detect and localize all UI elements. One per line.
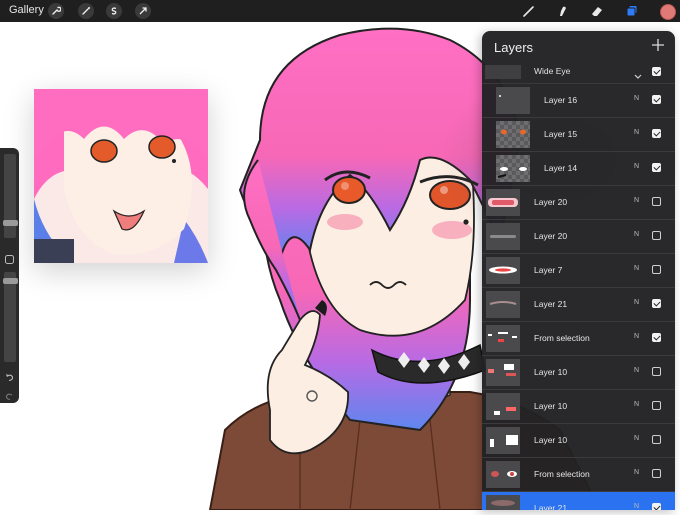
layer-name: Layer 20 bbox=[534, 197, 568, 207]
layer-thumbnail bbox=[496, 121, 530, 148]
layer-row[interactable]: Layer 14 N bbox=[482, 152, 675, 186]
layer-thumbnail bbox=[496, 155, 530, 182]
magic-wand-icon[interactable] bbox=[78, 3, 94, 19]
layer-name: Layer 21 bbox=[534, 299, 568, 309]
layer-name: Layer 10 bbox=[534, 435, 568, 445]
opacity-handle[interactable] bbox=[3, 278, 18, 284]
blend-mode-button[interactable]: N bbox=[634, 163, 639, 170]
layer-thumbnail bbox=[486, 359, 520, 386]
transform-icon[interactable] bbox=[135, 3, 151, 19]
blend-mode-button[interactable]: N bbox=[634, 503, 639, 510]
layer-row[interactable]: From selection N bbox=[482, 458, 675, 492]
layer-name: From selection bbox=[534, 333, 590, 343]
layer-row[interactable]: Layer 20 N bbox=[482, 220, 675, 254]
group-visibility-checkbox[interactable] bbox=[652, 67, 661, 76]
selection-icon[interactable] bbox=[106, 3, 122, 19]
layer-name: Layer 10 bbox=[534, 401, 568, 411]
gallery-button[interactable]: Gallery bbox=[9, 4, 44, 16]
smudge-icon[interactable] bbox=[554, 2, 572, 20]
layer-row[interactable]: Layer 10 N bbox=[482, 424, 675, 458]
layer-visibility-checkbox[interactable] bbox=[652, 95, 661, 104]
layer-thumbnail bbox=[486, 495, 520, 510]
layer-row[interactable]: Layer 21 N bbox=[482, 492, 675, 510]
layer-name: From selection bbox=[534, 469, 590, 479]
blend-mode-button[interactable]: N bbox=[634, 197, 639, 204]
layer-visibility-checkbox[interactable] bbox=[652, 333, 661, 342]
layer-thumbnail bbox=[496, 87, 530, 114]
blend-mode-button[interactable]: N bbox=[634, 367, 639, 374]
opacity-slider[interactable] bbox=[3, 272, 18, 362]
layer-thumbnail bbox=[486, 325, 520, 352]
layer-visibility-checkbox[interactable] bbox=[652, 367, 661, 376]
layer-name: Layer 7 bbox=[534, 265, 563, 275]
layer-visibility-checkbox[interactable] bbox=[652, 503, 661, 510]
modify-button[interactable] bbox=[5, 251, 14, 264]
brush-icon[interactable] bbox=[520, 2, 538, 20]
layer-thumbnail bbox=[486, 393, 520, 420]
blend-mode-button[interactable]: N bbox=[634, 265, 639, 272]
layer-name: Layer 21 bbox=[534, 503, 568, 510]
blend-mode-button[interactable]: N bbox=[634, 333, 639, 340]
layer-visibility-checkbox[interactable] bbox=[652, 299, 661, 308]
blend-mode-button[interactable]: N bbox=[634, 469, 639, 476]
layer-visibility-checkbox[interactable] bbox=[652, 469, 661, 478]
layers-panel: Layers Wide Eye Layer 16 N Layer 15 N Layer … bbox=[482, 31, 675, 510]
add-layer-icon[interactable] bbox=[651, 38, 665, 52]
layer-name: Layer 15 bbox=[544, 129, 578, 139]
group-thumbnail bbox=[485, 65, 521, 79]
blend-mode-button[interactable]: N bbox=[634, 95, 639, 102]
layer-group-row[interactable]: Wide Eye bbox=[482, 61, 675, 84]
blend-mode-button[interactable]: N bbox=[634, 299, 639, 306]
layer-visibility-checkbox[interactable] bbox=[652, 163, 661, 172]
layer-row[interactable]: Layer 16 N bbox=[482, 84, 675, 118]
layer-visibility-checkbox[interactable] bbox=[652, 435, 661, 444]
layer-thumbnail bbox=[486, 189, 520, 216]
redo-icon[interactable] bbox=[5, 388, 14, 401]
layer-row[interactable]: Layer 10 N bbox=[482, 390, 675, 424]
layer-row[interactable]: Layer 7 N bbox=[482, 254, 675, 288]
reference-image[interactable] bbox=[34, 89, 208, 263]
layer-row[interactable]: Layer 10 N bbox=[482, 356, 675, 390]
eraser-icon[interactable] bbox=[588, 2, 606, 20]
layer-visibility-checkbox[interactable] bbox=[652, 231, 661, 240]
layer-row[interactable]: Layer 21 N bbox=[482, 288, 675, 322]
layers-panel-title: Layers bbox=[494, 40, 534, 55]
layer-visibility-checkbox[interactable] bbox=[652, 129, 661, 138]
layer-thumbnail bbox=[486, 461, 520, 488]
color-swatch[interactable] bbox=[660, 4, 676, 20]
layer-thumbnail bbox=[486, 427, 520, 454]
layer-name: Layer 16 bbox=[544, 95, 578, 105]
layer-row[interactable]: Layer 20 N bbox=[482, 186, 675, 220]
layer-name: Layer 14 bbox=[544, 163, 578, 173]
wrench-icon[interactable] bbox=[48, 3, 64, 19]
layer-visibility-checkbox[interactable] bbox=[652, 197, 661, 206]
group-name: Wide Eye bbox=[534, 66, 571, 76]
brush-size-handle[interactable] bbox=[3, 220, 18, 226]
layer-thumbnail bbox=[486, 257, 520, 284]
layer-name: Layer 10 bbox=[534, 367, 568, 377]
blend-mode-button[interactable]: N bbox=[634, 129, 639, 136]
layers-icon[interactable] bbox=[623, 2, 641, 20]
chevron-down-icon[interactable] bbox=[634, 67, 642, 85]
layer-thumbnail bbox=[486, 223, 520, 250]
brush-size-slider[interactable] bbox=[3, 154, 18, 238]
undo-icon[interactable] bbox=[5, 369, 14, 382]
blend-mode-button[interactable]: N bbox=[634, 401, 639, 408]
layer-row[interactable]: From selection N bbox=[482, 322, 675, 356]
left-sidebar bbox=[0, 148, 19, 403]
top-toolbar: Gallery bbox=[0, 0, 680, 22]
layer-row[interactable]: Layer 15 N bbox=[482, 118, 675, 152]
layer-thumbnail bbox=[486, 291, 520, 318]
layer-name: Layer 20 bbox=[534, 231, 568, 241]
layer-visibility-checkbox[interactable] bbox=[652, 401, 661, 410]
blend-mode-button[interactable]: N bbox=[634, 435, 639, 442]
layer-visibility-checkbox[interactable] bbox=[652, 265, 661, 274]
blend-mode-button[interactable]: N bbox=[634, 231, 639, 238]
